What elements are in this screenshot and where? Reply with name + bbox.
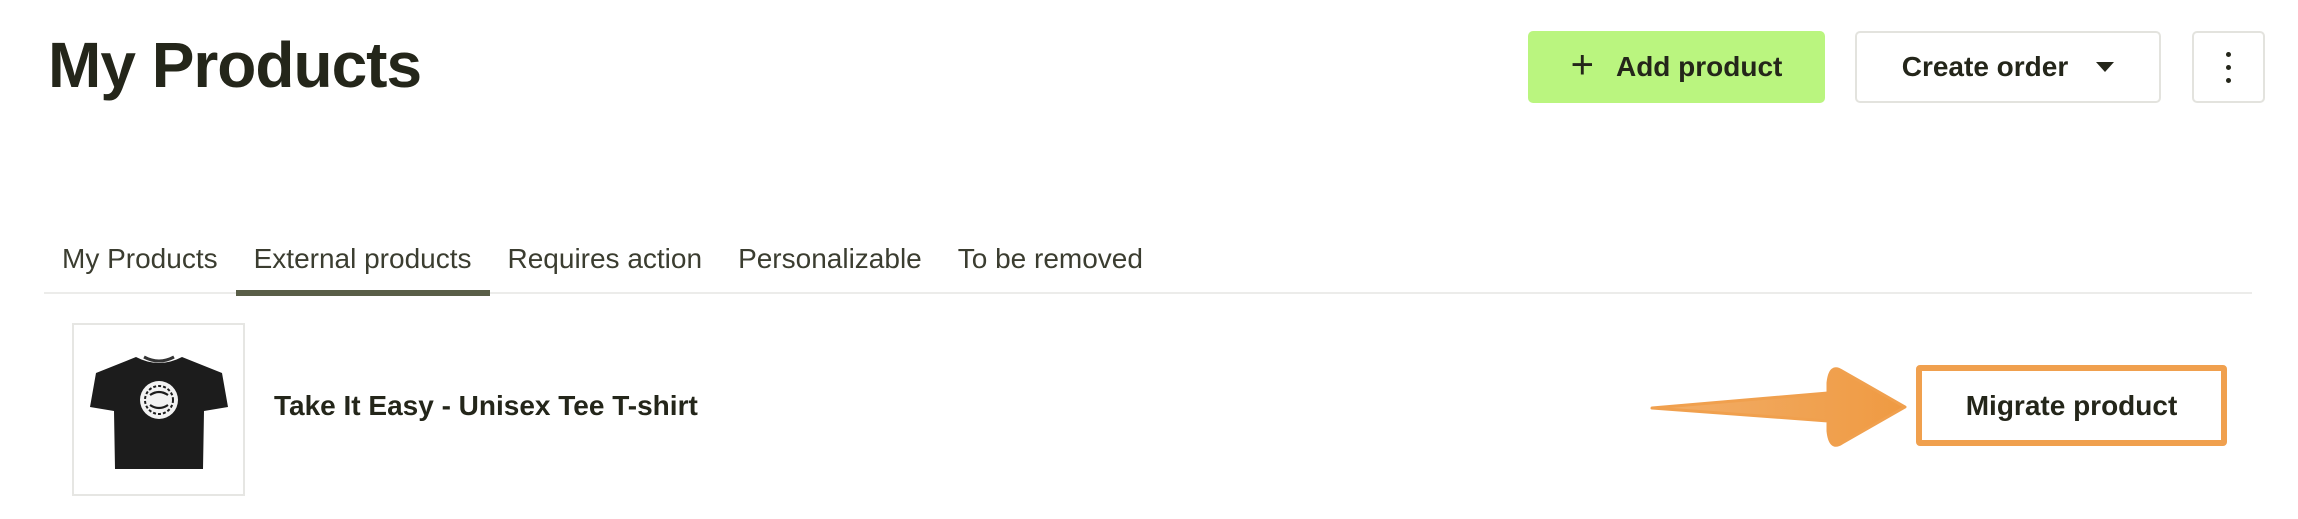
products-page: My Products + Add product Create order M… [0,0,2298,519]
page-title: My Products [48,29,422,101]
chevron-down-icon [2096,62,2115,72]
arrow-annotation-icon [1650,367,1907,447]
migrate-product-button[interactable]: Migrate product [1916,365,2227,446]
tab-to-be-removed[interactable]: To be removed [940,235,1161,294]
kebab-menu-icon [2226,51,2231,57]
more-options-button[interactable] [2192,31,2265,103]
add-product-button[interactable]: + Add product [1528,31,1825,103]
create-order-label: Create order [1901,51,2069,82]
tab-personalizable[interactable]: Personalizable [720,235,940,294]
tab-requires-action[interactable]: Requires action [490,235,721,294]
tab-external-products[interactable]: External products [235,235,490,296]
tshirt-icon [89,355,228,469]
product-thumbnail[interactable] [72,323,245,496]
product-tabs: My Products External products Requires a… [44,235,2252,296]
tab-my-products[interactable]: My Products [44,235,236,294]
product-name[interactable]: Take It Easy - Unisex Tee T-shirt [274,390,698,422]
plus-icon: + [1570,43,1594,87]
add-product-label: Add product [1615,51,1783,82]
create-order-button[interactable]: Create order [1855,31,2161,103]
